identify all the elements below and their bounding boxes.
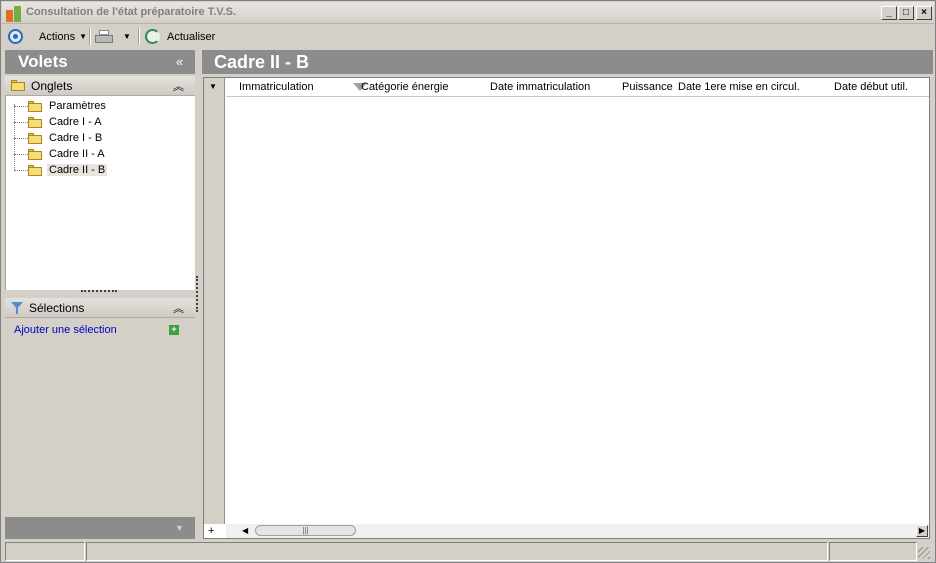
actions-menu-button[interactable]: Actions ▼ [8, 27, 87, 46]
actions-icon [8, 29, 23, 44]
status-bar [2, 541, 934, 562]
toolbar-separator [138, 28, 140, 45]
grid-column-headers: Immatriculation Catégorie énergie Date i… [226, 78, 929, 97]
window-title: Consultation de l'état préparatoire T.V.… [26, 6, 237, 18]
collapse-section-icon[interactable]: ︽ [173, 300, 184, 316]
tree-item-cadre-2-a[interactable]: Cadre II - A [14, 146, 107, 162]
onglets-tree: Paramètres Cadre I - A Cadre I - B Cadre… [5, 96, 195, 290]
scrollbar-thumb[interactable]: ||| [255, 525, 356, 536]
refresh-label: Actualiser [167, 30, 216, 43]
folder-icon [11, 80, 25, 91]
chevron-down-icon[interactable]: ▼ [175, 523, 184, 533]
filter-icon [11, 301, 23, 314]
tree-item-parametres[interactable]: Paramètres [14, 98, 108, 114]
toolbar: Actions ▼ ▼ Actualiser [2, 25, 934, 48]
tree-item-cadre-2-b[interactable]: Cadre II - B [14, 162, 108, 178]
column-header-categorie-energie[interactable]: Catégorie énergie [361, 81, 448, 93]
horizontal-splitter-grip[interactable] [81, 290, 117, 294]
selections-label: Sélections [29, 300, 85, 315]
grid-row-header: ▼ [204, 78, 225, 524]
refresh-icon [145, 29, 160, 44]
chevron-down-icon: ▼ [123, 32, 131, 41]
tree-item-label: Cadre I - A [49, 116, 102, 128]
volets-title: Volets [18, 52, 68, 71]
column-chooser-icon[interactable]: ▼ [209, 82, 217, 91]
collapse-section-icon[interactable]: ︽ [173, 78, 184, 94]
folder-icon [28, 148, 42, 160]
title-bar[interactable]: Consultation de l'état préparatoire T.V.… [2, 2, 934, 24]
vertical-splitter-grip[interactable] [196, 276, 199, 312]
add-selection-link[interactable]: Ajouter une sélection [14, 324, 117, 336]
add-icon[interactable]: + [169, 325, 179, 335]
printer-icon [95, 29, 113, 44]
scroll-left-arrow-icon[interactable]: ◀ [242, 526, 248, 535]
column-header-date-debut-util[interactable]: Date début util. [834, 81, 908, 93]
column-header-date-mise-en-circulation[interactable]: Date 1ere mise en circul. [678, 81, 800, 93]
tree-item-cadre-1-b[interactable]: Cadre I - B [14, 130, 104, 146]
content-header: Cadre II - B [202, 50, 933, 74]
app-window: Consultation de l'état préparatoire T.V.… [0, 0, 936, 563]
status-cell-3 [829, 542, 917, 561]
tree-item-label: Cadre I - B [49, 132, 103, 144]
onglets-section-header[interactable]: Onglets ︽ [5, 76, 195, 96]
navigation-pane-footer: ▼ [5, 517, 195, 539]
onglets-label: Onglets [31, 78, 73, 93]
volets-header: Volets « [5, 50, 195, 74]
data-grid[interactable]: ▼ Immatriculation Catégorie énergie Date… [203, 77, 930, 539]
status-cell-2 [86, 542, 828, 561]
collapse-pane-button[interactable]: « [176, 54, 183, 69]
selections-section-header[interactable]: Sélections ︽ [5, 298, 195, 318]
page-title: Cadre II - B [214, 52, 310, 72]
tree-item-cadre-1-a[interactable]: Cadre I - A [14, 114, 104, 130]
actions-label: Actions [39, 30, 76, 43]
add-row-button[interactable]: + [208, 525, 214, 537]
toolbar-separator [89, 28, 91, 45]
maximize-button[interactable]: □ [898, 6, 914, 20]
column-header-immatriculation[interactable]: Immatriculation [239, 81, 314, 93]
tree-line [14, 104, 15, 170]
column-header-puissance[interactable]: Puissance [622, 81, 673, 93]
status-cell-1 [5, 542, 85, 561]
folder-icon [28, 100, 42, 112]
close-button[interactable]: × [916, 6, 932, 20]
horizontal-scrollbar[interactable]: ◀ ||| ▶ [226, 524, 929, 538]
folder-open-icon [28, 164, 42, 176]
scroll-right-arrow-icon[interactable]: ▶ [916, 525, 928, 537]
folder-icon [28, 116, 42, 128]
tree-item-label: Cadre II - B [47, 164, 108, 176]
print-button[interactable]: ▼ [95, 27, 131, 46]
folder-icon [28, 132, 42, 144]
refresh-button[interactable]: Actualiser [145, 27, 215, 46]
chevron-down-icon: ▼ [79, 32, 87, 41]
tree-item-label: Paramètres [49, 100, 106, 112]
app-icon [6, 6, 22, 22]
resize-grip-icon[interactable] [918, 547, 930, 559]
tree-item-label: Cadre II - A [49, 148, 105, 160]
column-header-date-immatriculation[interactable]: Date immatriculation [490, 81, 590, 93]
minimize-button[interactable]: _ [881, 6, 897, 20]
